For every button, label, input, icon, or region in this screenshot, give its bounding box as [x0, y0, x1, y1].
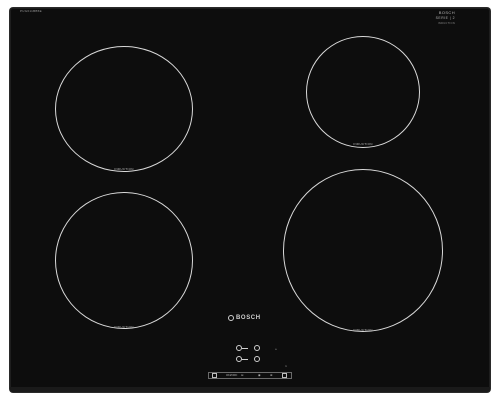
front-right-zone[interactable]	[283, 169, 443, 332]
zone-select-rear-right[interactable]	[254, 345, 260, 351]
touch-control-strip	[208, 372, 292, 379]
selector-link	[242, 359, 248, 360]
lock-icon[interactable]: ▫	[275, 348, 277, 353]
hob-front-edge	[10, 387, 490, 392]
rear-right-zone-label: INDUCTION	[353, 142, 373, 146]
induction-badge: INDUCTION	[437, 22, 455, 25]
front-left-zone-label: INDUCTION	[114, 325, 134, 329]
brand-logo: BOSCH	[236, 315, 261, 321]
plus-label[interactable]: ⊕	[270, 373, 273, 377]
rear-right-zone[interactable]	[306, 36, 420, 148]
bosch-logo-icon	[228, 315, 234, 321]
power-label: ON/OFF	[226, 373, 238, 377]
selector-link	[242, 348, 248, 349]
slider-label[interactable]: ◉	[258, 373, 261, 377]
power-button[interactable]	[212, 373, 217, 378]
brand-badge-line1: BOSCH	[438, 10, 455, 15]
front-left-zone[interactable]	[55, 192, 193, 329]
rear-left-zone[interactable]	[55, 46, 193, 172]
rear-left-zone-label: INDUCTION	[114, 167, 134, 171]
timer-icon: ⏲	[285, 365, 288, 368]
timer-button[interactable]	[282, 373, 287, 378]
zone-select-front-right[interactable]	[254, 356, 260, 362]
series-badge: SERIE | 2	[435, 16, 455, 20]
front-right-zone-label: INDUCTION	[353, 328, 373, 332]
model-code: PUG611BB5E	[20, 9, 42, 13]
minus-label[interactable]: ⊖	[241, 373, 244, 377]
